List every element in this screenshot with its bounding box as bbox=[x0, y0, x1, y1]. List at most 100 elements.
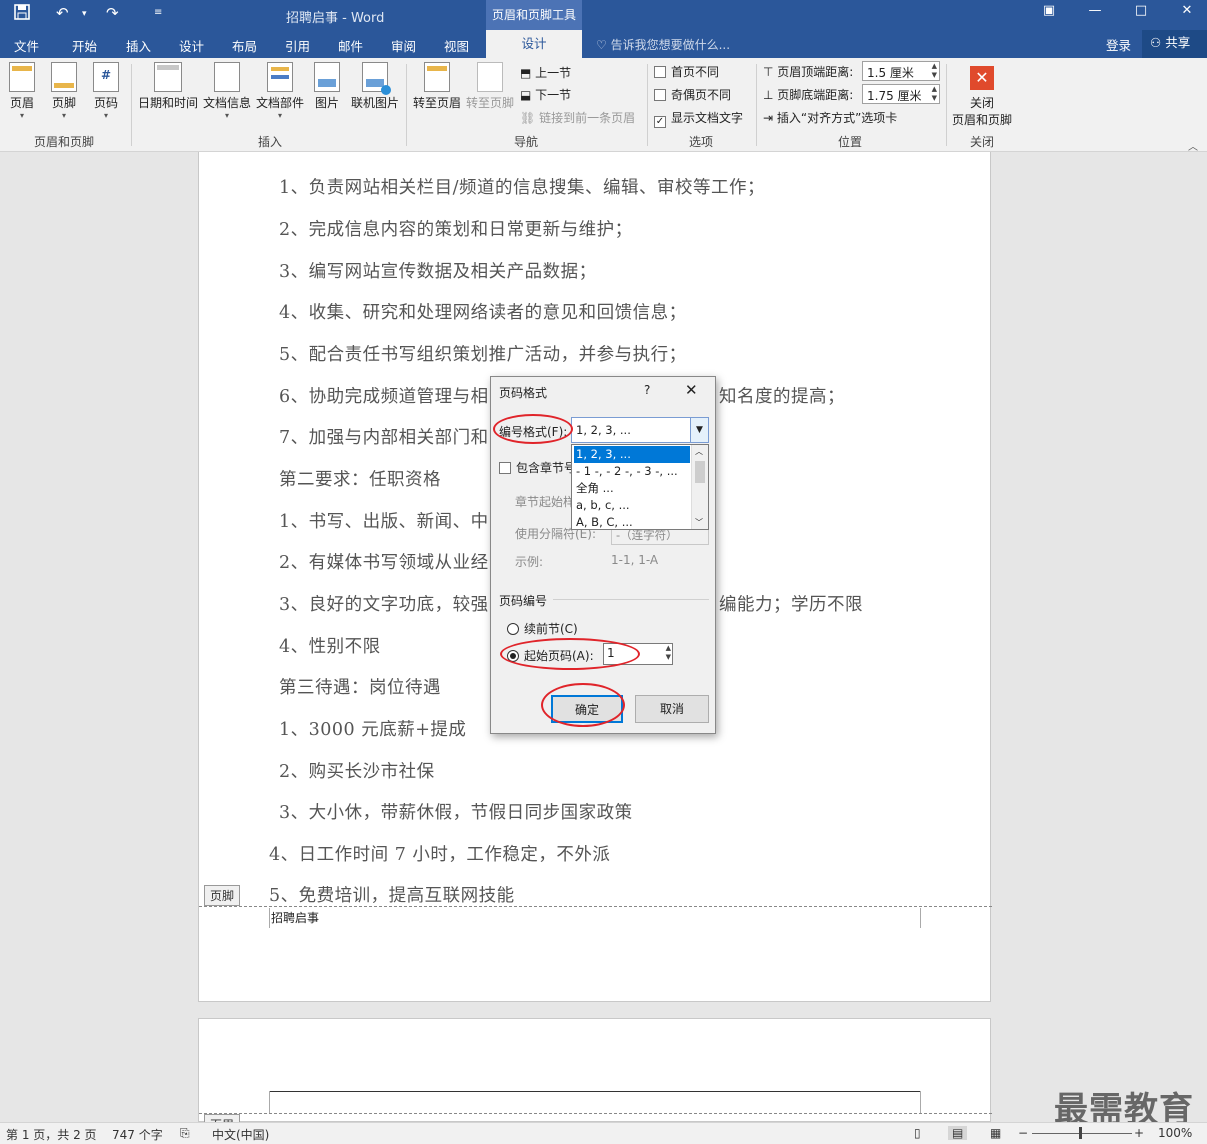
include-chapter-checkbox[interactable]: 包含章节号 bbox=[499, 459, 576, 476]
word-count[interactable]: 747 个字 bbox=[112, 1126, 163, 1143]
format-option[interactable]: - 1 -, - 2 -, - 3 -, ... bbox=[574, 463, 690, 480]
scroll-up-icon[interactable]: ︿ bbox=[695, 446, 703, 457]
print-layout-icon[interactable]: ▤ bbox=[948, 1126, 968, 1140]
help-icon[interactable]: ? bbox=[644, 383, 650, 397]
zoom-slider[interactable] bbox=[1032, 1133, 1132, 1134]
footer-text[interactable]: 招聘启事 bbox=[271, 909, 319, 926]
cancel-button[interactable]: 取消 bbox=[635, 695, 709, 723]
footer-icon bbox=[51, 62, 77, 92]
online-picture-icon bbox=[362, 62, 391, 95]
page-numbering-heading: 页码编号 bbox=[499, 594, 548, 608]
page-number-button[interactable]: # 页码 ▾ bbox=[90, 62, 122, 120]
tab-insert[interactable]: 插入 bbox=[126, 36, 151, 55]
section-divider bbox=[553, 599, 709, 600]
customize-icon[interactable]: ≡ bbox=[154, 7, 162, 18]
margin-mark bbox=[269, 1091, 270, 1113]
number-format-select[interactable]: 1, 2, 3, ... ▼ bbox=[571, 417, 709, 443]
previous-section-button[interactable]: ⬒ 上一节 bbox=[520, 64, 571, 81]
format-option[interactable]: A, B, C, ... bbox=[574, 514, 690, 529]
show-document-text-checkbox[interactable]: ✓ 显示文档文字 bbox=[654, 109, 743, 128]
link-to-previous-button[interactable]: ⛓ 链接到前一条页眉 bbox=[520, 109, 635, 126]
format-option[interactable]: a, b, c, ... bbox=[574, 497, 690, 514]
redo-icon[interactable]: ↷ bbox=[106, 4, 119, 22]
goto-footer-icon bbox=[477, 62, 503, 92]
language-indicator[interactable]: 中文(中国) bbox=[212, 1126, 269, 1143]
goto-header-button[interactable]: 转至页眉 bbox=[412, 62, 462, 111]
read-mode-icon[interactable]: ▯ bbox=[914, 1126, 921, 1140]
continue-from-previous-radio[interactable]: 续前节(C) bbox=[507, 620, 578, 637]
ok-button[interactable]: 确定 bbox=[551, 695, 623, 723]
insert-alignment-tab-button[interactable]: ⇥ 插入“对齐方式”选项卡 bbox=[763, 109, 897, 126]
different-odd-even-checkbox[interactable]: 奇偶页不同 bbox=[654, 86, 731, 103]
page-count[interactable]: 第 1 页，共 2 页 bbox=[6, 1126, 97, 1143]
group-divider bbox=[647, 64, 648, 146]
save-icon[interactable] bbox=[14, 4, 30, 24]
tab-review[interactable]: 审阅 bbox=[391, 36, 416, 55]
undo-dropdown-icon[interactable]: ▾ bbox=[82, 9, 87, 19]
scroll-thumb[interactable] bbox=[695, 461, 705, 483]
page-2: 页眉 bbox=[198, 1018, 992, 1123]
quick-parts-button[interactable]: 文档部件 ▾ bbox=[255, 62, 305, 120]
online-picture-button[interactable]: 联机图片 bbox=[350, 62, 400, 111]
maximize-icon[interactable]: □ bbox=[1126, 3, 1156, 25]
ribbon-options-icon[interactable]: ▣ bbox=[1034, 3, 1064, 25]
picture-button[interactable]: 图片 bbox=[312, 62, 342, 111]
tell-me-search[interactable]: ♡ 告诉我您想要做什么... bbox=[596, 36, 730, 53]
login-link[interactable]: 登录 bbox=[1106, 35, 1131, 54]
tab-mailings[interactable]: 邮件 bbox=[338, 36, 363, 55]
format-option[interactable]: 1, 2, 3, ... bbox=[574, 446, 690, 463]
start-at-radio[interactable]: 起始页码(A): bbox=[507, 647, 594, 664]
close-red-icon: ✕ bbox=[970, 66, 994, 90]
footer-tag: 页脚 bbox=[204, 885, 241, 906]
proofing-icon[interactable]: ⎘ bbox=[180, 1126, 190, 1141]
scroll-down-icon[interactable]: ﹀ bbox=[695, 517, 703, 528]
dialog-close-icon[interactable]: ✕ bbox=[685, 381, 698, 399]
header-distance-input[interactable]: 1.5 厘米 ▲ ▼ bbox=[862, 61, 940, 81]
spin-arrows-icon[interactable]: ▲ ▼ bbox=[932, 85, 937, 103]
web-layout-icon[interactable]: ▦ bbox=[990, 1126, 1001, 1140]
next-section-button[interactable]: ⬓ 下一节 bbox=[520, 86, 571, 103]
zoom-in-icon[interactable]: + bbox=[1134, 1126, 1144, 1140]
tab-header-footer-design[interactable]: 设计 bbox=[486, 30, 582, 58]
group-label-header-footer: 页眉和页脚 bbox=[34, 135, 95, 149]
footer-distance-input[interactable]: 1.75 厘米 ▲ ▼ bbox=[862, 84, 940, 104]
tab-home[interactable]: 开始 bbox=[72, 36, 97, 55]
zoom-slider-thumb[interactable] bbox=[1079, 1127, 1082, 1139]
different-first-page-checkbox[interactable]: 首页不同 bbox=[654, 63, 719, 80]
format-option[interactable]: 全角 ... bbox=[574, 480, 690, 497]
footer-button[interactable]: 页脚 ▾ bbox=[48, 62, 80, 120]
collapse-ribbon-icon[interactable]: ︿ bbox=[1188, 138, 1198, 153]
zoom-out-icon[interactable]: − bbox=[1018, 1126, 1028, 1140]
doc-line: 2、有媒体书写领域从业经 bbox=[279, 553, 489, 573]
spin-arrows-icon[interactable]: ▲ ▼ bbox=[666, 644, 671, 662]
header-button[interactable]: 页眉 ▾ bbox=[6, 62, 38, 120]
dropdown-scrollbar[interactable]: ︿ ﹀ bbox=[691, 445, 708, 529]
tab-design[interactable]: 设计 bbox=[179, 36, 204, 55]
person-icon: ⚇ bbox=[1150, 35, 1166, 50]
chevron-down-icon[interactable]: ▼ bbox=[690, 418, 708, 442]
margin-mark bbox=[920, 1091, 921, 1113]
goto-footer-button[interactable]: 转至页脚 bbox=[465, 62, 515, 111]
group-label-options: 选项 bbox=[689, 135, 714, 149]
share-button[interactable]: ⚇ 共享 bbox=[1142, 30, 1207, 58]
tab-references[interactable]: 引用 bbox=[285, 36, 310, 55]
tab-layout[interactable]: 布局 bbox=[232, 36, 257, 55]
undo-icon[interactable]: ↶ bbox=[56, 4, 69, 22]
close-header-footer-button[interactable]: ✕ 关闭 页眉和页脚 bbox=[950, 62, 1014, 128]
doc-line: 1、书写、出版、新闻、中 bbox=[279, 512, 489, 532]
example-value: 1-1, 1-A bbox=[611, 553, 659, 567]
minimize-icon[interactable]: — bbox=[1080, 3, 1110, 25]
footer-distance-label: ⊥ 页脚底端距离: bbox=[763, 88, 854, 102]
footer-boundary bbox=[199, 906, 992, 907]
document-info-button[interactable]: 文档信息 ▾ bbox=[202, 62, 252, 120]
picture-icon bbox=[314, 62, 340, 92]
date-time-button[interactable]: 日期和时间 bbox=[137, 62, 199, 111]
tab-view[interactable]: 视图 bbox=[444, 36, 469, 55]
doc-line: 3、良好的文字功底，较强 bbox=[279, 595, 489, 615]
start-at-input[interactable]: 1 ▲ ▼ bbox=[603, 643, 673, 665]
close-icon[interactable]: ✕ bbox=[1172, 3, 1202, 25]
doc-line: 4、性别不限 bbox=[279, 637, 381, 657]
spin-arrows-icon[interactable]: ▲ ▼ bbox=[932, 62, 937, 80]
tab-file[interactable]: 文件 bbox=[14, 36, 39, 55]
zoom-level[interactable]: 100% bbox=[1158, 1126, 1192, 1140]
